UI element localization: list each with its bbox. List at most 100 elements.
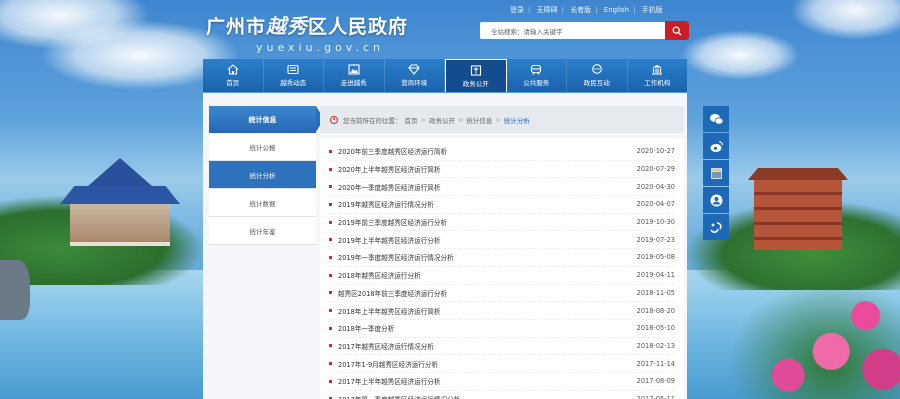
article-date: 2018-02-13 [636, 341, 675, 350]
search-input[interactable]: 全站搜索：请输入关键字 [480, 22, 665, 39]
article-title[interactable]: 2019年前三季度越秀区经济运行分析 [338, 217, 631, 227]
weibo-icon [710, 140, 723, 152]
article-list: 2020年前三季度越秀区经济运行简析 2020-10-27 2020年上半年越秀区经… [320, 138, 684, 399]
article-title[interactable]: 2019年越秀区经济运行情况分析 [338, 199, 631, 209]
breadcrumb-stats-info[interactable]: 统计信息 [466, 115, 492, 125]
app-button[interactable] [703, 160, 729, 186]
article-date: 2020-10-27 [636, 147, 675, 156]
article-title[interactable]: 2017年1-9月越秀区经济运行分析 [338, 359, 631, 369]
home-icon [227, 64, 239, 75]
building-icon [651, 64, 663, 75]
mobile-link[interactable]: 手机版 [642, 6, 663, 14]
nav-item-business[interactable]: 营商环境 [385, 59, 445, 92]
rock-decoration [0, 260, 30, 320]
nav-label: 公共服务 [523, 79, 550, 87]
article-title[interactable]: 2019年一季度越秀区经济运行情况分析 [338, 252, 631, 262]
list-item[interactable]: 2020年一季度越秀区经济运行简析 2020-04-30 [329, 178, 675, 197]
sidebar-item-analysis[interactable]: 统计分析 [209, 161, 316, 189]
nav-item-public-service[interactable]: 公共服务 [507, 59, 567, 92]
cloud-decoration [680, 30, 800, 80]
article-title[interactable]: 2018年越秀区经济运行分析 [338, 270, 631, 280]
content-panel: 统计信息 统计公报 统计分析 统计数据 统计年鉴 您当前所在的位置： 首页 > 政… [203, 93, 687, 399]
list-item[interactable]: 2020年前三季度越秀区经济运行简析 2020-10-27 [329, 143, 675, 161]
bullet-icon [329, 149, 332, 153]
list-item[interactable]: 2019年越秀区经济运行情况分析 2020-04-07 [329, 196, 675, 214]
list-item[interactable]: 2018年上半年越秀区经济运行简析 2018-08-20 [329, 302, 675, 320]
list-item[interactable]: 2017年上半年越秀区经济运行分析 2017-08-09 [329, 373, 675, 391]
elder-mode-link[interactable]: 长者版 [570, 6, 591, 14]
memorial-hall-image [60, 158, 180, 246]
bullet-icon [329, 326, 332, 330]
article-title[interactable]: 2018年上半年越秀区经济运行简析 [338, 306, 631, 316]
list-item[interactable]: 2018年越秀区经济运行分析 2019-04-11 [329, 267, 675, 285]
sidebar: 统计信息 统计公报 统计分析 统计数据 统计年鉴 [209, 106, 324, 245]
nav-label: 越秀动态 [280, 79, 307, 87]
list-item[interactable]: 2017年1-9月越秀区经济运行分析 2017-11-14 [329, 355, 675, 373]
flowers-decoration [728, 280, 900, 399]
cloud-decoration [790, 0, 900, 40]
article-date: 2020-04-30 [636, 182, 675, 191]
sidebar-item-yearbook[interactable]: 统计年鉴 [209, 217, 316, 245]
site-name: 广州市越秀区人民政府 [206, 14, 409, 38]
list-item[interactable]: 2019年上半年越秀区经济运行分析 2019-07-23 [329, 231, 675, 250]
article-title[interactable]: 2020年上半年越秀区经济运行简析 [338, 164, 631, 174]
breadcrumb-prefix: 您当前所在的位置： [343, 116, 402, 125]
article-date: 2017-05-11 [636, 394, 675, 399]
article-title[interactable]: 2017年上半年越秀区经济运行分析 [338, 376, 631, 386]
news-icon [287, 64, 299, 75]
breadcrumb-home[interactable]: 首页 [405, 115, 418, 125]
nav-label: 政民互动 [583, 79, 610, 87]
breadcrumb-gov-affairs[interactable]: 政务公开 [429, 115, 455, 125]
article-date: 2018-08-20 [636, 306, 675, 315]
article-date: 2020-07-29 [636, 165, 675, 174]
wechat-icon [709, 113, 723, 125]
list-item[interactable]: 2020年上半年越秀区经济运行简析 2020-07-29 [329, 161, 675, 179]
app-icon [710, 167, 722, 179]
document-icon [470, 64, 482, 76]
bullet-icon [329, 238, 332, 242]
service-button[interactable] [703, 187, 729, 213]
article-title[interactable]: 2019年上半年越秀区经济运行分析 [338, 235, 631, 245]
breadcrumb-current[interactable]: 统计分析 [504, 115, 530, 125]
list-item[interactable]: 2017年第一季度越秀区经济运行情况分析 2017-05-11 [329, 391, 675, 399]
article-title[interactable]: 越秀区2018年前三季度经济运行分析 [338, 288, 631, 298]
sidebar-item-bulletin[interactable]: 统计公报 [209, 133, 316, 161]
sidebar-item-data[interactable]: 统计数据 [209, 189, 316, 217]
article-date: 2020-04-07 [636, 200, 675, 209]
search-button[interactable] [665, 21, 689, 40]
accessibility-link[interactable]: 无障碍 [537, 6, 558, 14]
nav-item-home[interactable]: 首页 [203, 59, 264, 92]
bullet-icon [329, 220, 332, 224]
site-logo[interactable]: 广州市越秀区人民政府 yuexiu.gov.cn [206, 10, 408, 54]
wechat-button[interactable] [703, 106, 729, 132]
bullet-icon [329, 255, 332, 259]
nav-item-news[interactable]: 越秀动态 [264, 59, 324, 92]
article-title[interactable]: 2017年第一季度越秀区经济运行情况分析 [338, 394, 631, 399]
nav-item-interaction[interactable]: 政民互动 [567, 59, 628, 92]
nav-item-agencies[interactable]: 工作机构 [628, 59, 688, 92]
weibo-button[interactable] [703, 133, 729, 159]
article-title[interactable]: 2020年前三季度越秀区经济运行简析 [338, 146, 631, 156]
accessibility-button[interactable] [703, 214, 729, 240]
list-item[interactable]: 越秀区2018年前三季度经济运行分析 2018-11-05 [329, 285, 675, 303]
service-icon [710, 194, 722, 206]
article-title[interactable]: 2017年越秀区经济运行情况分析 [338, 341, 631, 351]
english-link[interactable]: English [604, 6, 629, 14]
list-item[interactable]: 2018年一季度分析 2018-05-10 [329, 320, 675, 338]
diamond-icon [408, 64, 420, 75]
nav-item-about[interactable]: 走进越秀 [324, 59, 385, 92]
login-link[interactable]: 登录 [510, 6, 524, 14]
bullet-icon [329, 273, 332, 277]
list-item[interactable]: 2017年越秀区经济运行情况分析 2018-02-13 [329, 338, 675, 356]
nav-label: 营商环境 [401, 79, 428, 87]
list-item[interactable]: 2019年前三季度越秀区经济运行分析 2019-10-30 [329, 214, 675, 232]
location-icon [330, 115, 338, 124]
article-title[interactable]: 2020年一季度越秀区经济运行简析 [338, 182, 631, 192]
bullet-icon [329, 202, 332, 206]
article-date: 2019-04-11 [636, 271, 675, 280]
nav-item-gov-affairs[interactable]: 政务公开 [445, 59, 507, 92]
tower-image [748, 168, 848, 250]
article-title[interactable]: 2018年一季度分析 [338, 323, 631, 333]
sidebar-heading: 统计信息 [209, 106, 324, 133]
list-item[interactable]: 2019年一季度越秀区经济运行情况分析 2019-05-08 [329, 249, 675, 267]
